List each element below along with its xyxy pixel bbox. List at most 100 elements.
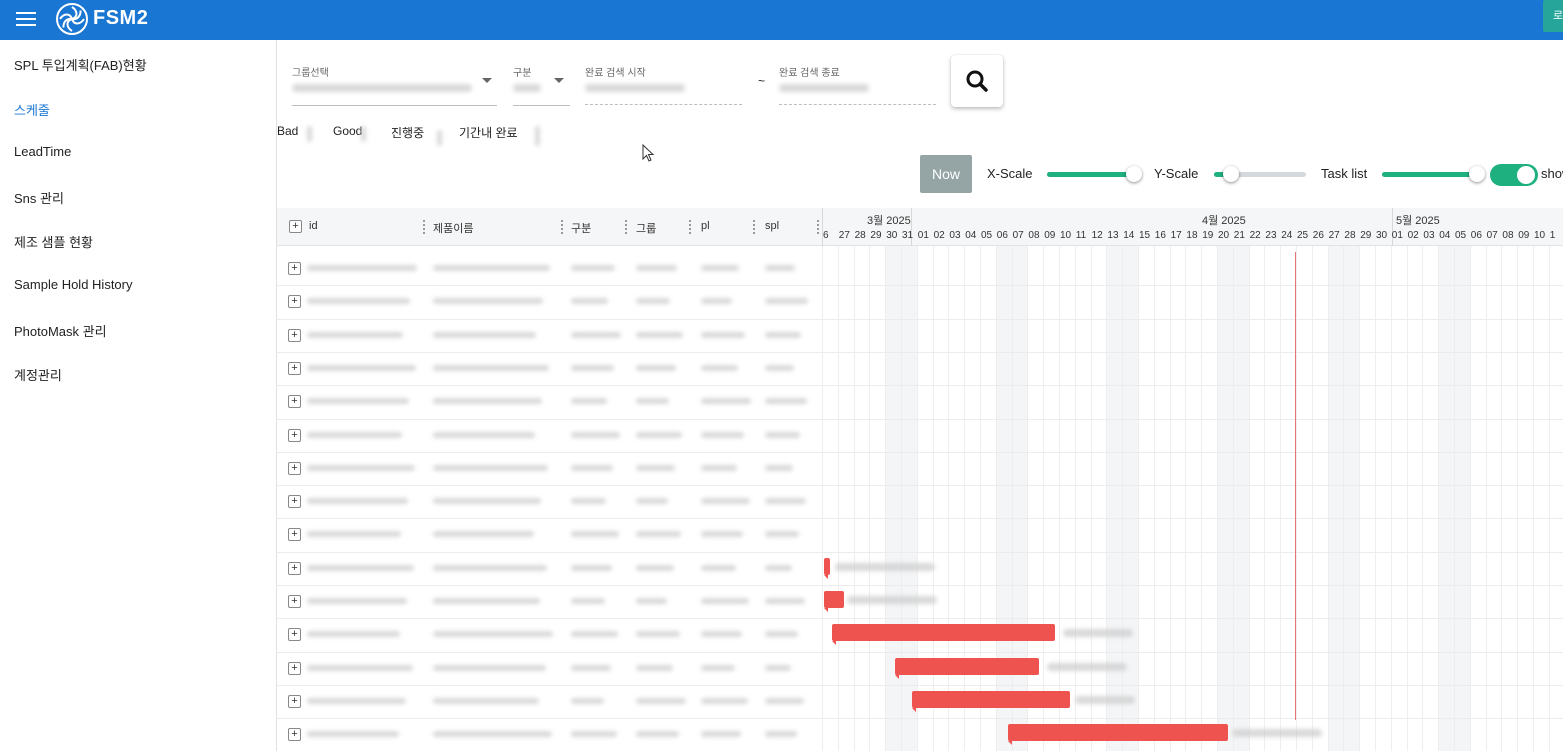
expand-row-button[interactable]: + (288, 728, 301, 742)
sidebar-item-sns[interactable]: Sns 관리 (14, 188, 64, 207)
redacted-cell (765, 398, 807, 405)
redacted-cell (571, 697, 604, 704)
day-label: 10 (1060, 230, 1072, 241)
weekend-column (1327, 246, 1344, 751)
expand-row-button[interactable]: + (288, 295, 301, 309)
chevron-down-icon[interactable] (554, 78, 564, 83)
start-date-underline (585, 104, 742, 105)
grid-column-line (995, 246, 997, 751)
sidebar-item-leadtime[interactable]: LeadTime (14, 144, 71, 159)
day-label: 09 (1518, 230, 1530, 241)
expand-row-button[interactable]: + (288, 395, 301, 409)
tasklist-slider[interactable] (1382, 166, 1486, 182)
task-bar[interactable] (895, 658, 1039, 679)
grid-column-line (1074, 246, 1076, 751)
grid-column-line (1185, 246, 1187, 751)
redacted-cell (765, 431, 800, 438)
row-divider (822, 684, 1563, 686)
grid-column-line (1169, 246, 1171, 751)
grid-column-line (1454, 246, 1455, 751)
task-bar[interactable] (1008, 724, 1228, 745)
expand-row-button[interactable]: + (288, 661, 301, 675)
day-label: 03 (1423, 230, 1435, 241)
menu-icon[interactable] (16, 12, 36, 27)
redacted-cell (765, 631, 798, 638)
task-bar[interactable] (912, 691, 1070, 712)
redacted-cell (636, 664, 673, 671)
redacted-cell (571, 664, 611, 671)
expand-row-button[interactable]: + (288, 328, 301, 342)
sidebar-item-sample-status[interactable]: 제조 샘플 현황 (14, 232, 93, 251)
day-label: 04 (1439, 230, 1451, 241)
xscale-slider[interactable] (1047, 166, 1143, 182)
column-header-group[interactable]: 그룹 (636, 220, 656, 236)
grid-column-line (1422, 246, 1424, 751)
sidebar-item-schedule[interactable]: 스케줄 (14, 100, 50, 119)
expand-row-button[interactable]: + (288, 628, 301, 642)
app-logo-icon (56, 3, 88, 35)
top-right-button[interactable]: 로 (1543, 0, 1563, 32)
task-bar[interactable] (824, 558, 830, 579)
redacted-cell (307, 265, 417, 271)
group-select-value[interactable] (292, 84, 472, 92)
yscale-label: Y-Scale (1154, 166, 1199, 181)
expand-row-button[interactable]: + (288, 694, 301, 708)
column-resize-handle[interactable] (753, 220, 755, 234)
end-date-label: 완료 검색 종료 (779, 68, 840, 79)
column-resize-handle[interactable] (561, 220, 563, 234)
row-divider (277, 518, 822, 520)
day-label: 17 (1170, 230, 1182, 241)
expand-row-button[interactable]: + (288, 595, 301, 608)
expand-row-button[interactable]: + (288, 528, 301, 542)
start-date-input[interactable] (585, 84, 685, 92)
day-label: 12 (1091, 230, 1103, 241)
end-date-input[interactable] (779, 84, 869, 92)
day-label: 02 (933, 230, 945, 241)
redacted-cell (433, 364, 549, 371)
redacted-cell (571, 398, 607, 405)
sidebar-item-photomask[interactable]: PhotoMask 관리 (14, 321, 107, 340)
type-select-value[interactable] (513, 84, 541, 92)
day-label: 11 (1075, 230, 1087, 241)
column-resize-handle[interactable] (625, 220, 627, 234)
redacted-cell (765, 664, 791, 671)
expand-row-button[interactable]: + (288, 428, 301, 442)
grid-column-line (980, 246, 981, 751)
yscale-slider[interactable] (1214, 166, 1306, 182)
gantt-chart: + id 제품이름 구분 그룹 pl spl 3월 2025 4월 2025 5… (277, 208, 1563, 751)
row-divider (822, 651, 1563, 653)
column-resize-handle[interactable] (423, 220, 425, 234)
expand-all-button[interactable]: + (289, 220, 302, 233)
search-button[interactable] (951, 55, 1003, 107)
column-header-product[interactable]: 제품이름 (433, 220, 473, 236)
redacted-cell (307, 431, 402, 438)
task-bar[interactable] (832, 624, 1055, 645)
expand-row-button[interactable]: + (288, 461, 301, 475)
column-resize-handle[interactable] (817, 220, 819, 234)
redacted-cell (571, 265, 615, 271)
column-resize-handle[interactable] (689, 220, 691, 234)
now-button[interactable]: Now (920, 155, 972, 193)
column-header-type[interactable]: 구분 (571, 220, 591, 236)
expand-row-button[interactable]: + (288, 495, 301, 509)
day-label: 13 (1107, 230, 1119, 241)
weekend-column (1343, 246, 1360, 751)
column-header-pl[interactable]: pl (701, 220, 710, 232)
redacted-cell (701, 598, 749, 604)
expand-row-button[interactable]: + (288, 262, 301, 275)
expand-row-button[interactable]: + (288, 561, 301, 575)
redacted-cell (433, 398, 542, 405)
task-bar[interactable] (824, 591, 844, 612)
column-header-spl[interactable]: spl (765, 220, 779, 232)
show-toggle[interactable] (1490, 164, 1538, 186)
redacted-cell (307, 298, 410, 305)
day-label: 28 (854, 230, 866, 241)
grid-column-line (1327, 246, 1329, 751)
redacted-cell (571, 464, 613, 471)
sidebar-item-sample-hold[interactable]: Sample Hold History (14, 277, 133, 292)
chevron-down-icon[interactable] (482, 78, 492, 83)
sidebar-item-account[interactable]: 계정관리 (14, 365, 62, 384)
column-header-id[interactable]: id (309, 220, 318, 232)
sidebar-item-spl-plan[interactable]: SPL 투입계획(FAB)현황 (14, 55, 147, 74)
expand-row-button[interactable]: + (288, 361, 301, 375)
